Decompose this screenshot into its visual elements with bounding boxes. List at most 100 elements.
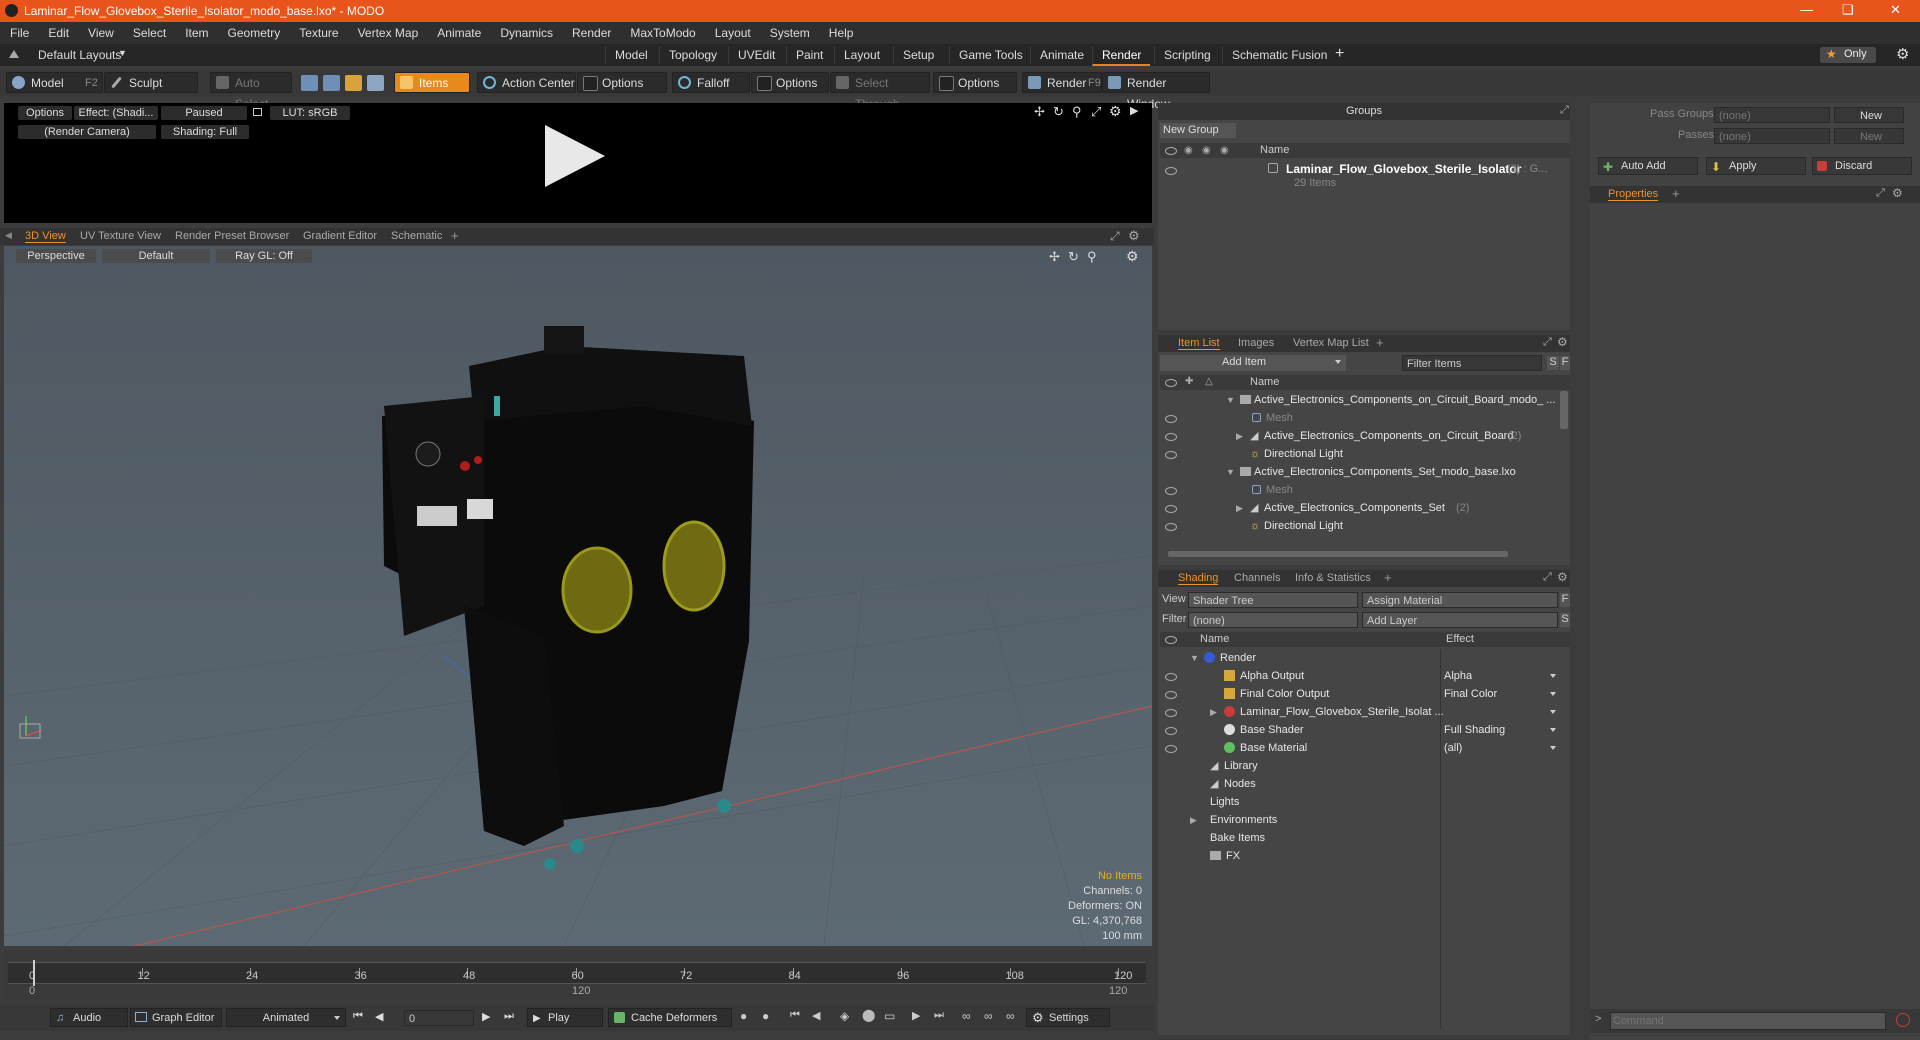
passes-dropdown[interactable]: (none): [1714, 128, 1830, 144]
rotate-icon[interactable]: ↻: [1053, 104, 1064, 120]
shader-row[interactable]: Lights: [1160, 793, 1558, 811]
skip-end-icon[interactable]: ⏭: [504, 1010, 514, 1023]
play-button[interactable]: ▶ Play: [527, 1008, 603, 1027]
auto-select-button[interactable]: Auto Select: [210, 72, 292, 111]
maximize-icon[interactable]: ⤢: [1091, 104, 1101, 120]
assign-material-button[interactable]: Assign Material: [1362, 592, 1558, 608]
3d-viewport[interactable]: Perspective Default Ray GL: Off ✢ ↻ ⚲ ⚙ …: [4, 246, 1152, 946]
shading-style-dropdown[interactable]: Default: [102, 249, 210, 263]
settings-button[interactable]: ⚙ Settings: [1026, 1008, 1110, 1027]
menu-system[interactable]: System: [770, 26, 810, 40]
shader-row[interactable]: FX: [1160, 847, 1558, 865]
new-pass-button[interactable]: New: [1834, 128, 1904, 144]
record-macro-icon[interactable]: [1896, 1013, 1910, 1027]
tab-uvedit[interactable]: UVEdit: [728, 46, 784, 64]
expand-arrow-icon[interactable]: ▶: [1236, 427, 1243, 445]
list-item[interactable]: ☼ Directional Light: [1160, 517, 1558, 535]
shader-row[interactable]: Bake Items: [1160, 829, 1558, 847]
options-button-3[interactable]: Options: [933, 72, 1017, 93]
list-item[interactable]: ▶ ◢ Active_Electronics_Components_Set (2…: [1160, 499, 1558, 517]
layout-menu-icon[interactable]: [9, 50, 19, 58]
add-tab-icon[interactable]: +: [1672, 186, 1680, 201]
gear-icon[interactable]: ⚙: [1892, 186, 1903, 200]
eye-icon[interactable]: [1165, 451, 1177, 459]
tab-scripting[interactable]: Scripting: [1154, 46, 1220, 64]
frame-input[interactable]: 0: [404, 1010, 474, 1026]
add-layer-dropdown[interactable]: Add Layer: [1362, 612, 1558, 628]
tab-render[interactable]: Render: [1092, 46, 1151, 66]
item-list-scrollbar[interactable]: [1560, 391, 1568, 429]
add-tab-icon[interactable]: +: [1376, 335, 1384, 350]
options-button-1[interactable]: Options: [577, 72, 667, 93]
list-item[interactable]: Mesh: [1160, 409, 1558, 427]
link-icon[interactable]: ∞: [962, 1009, 971, 1023]
auto-add-button[interactable]: ✚ Auto Add: [1598, 157, 1698, 175]
timeline[interactable]: 01224364860728496108120 0 120 120: [4, 950, 1152, 1000]
eye-icon[interactable]: [1165, 415, 1177, 423]
options-button-2[interactable]: Options: [751, 72, 829, 93]
tab-shading[interactable]: Shading: [1178, 572, 1219, 585]
action-center-button[interactable]: Action Center: [477, 72, 576, 93]
close-icon[interactable]: ✕: [1890, 2, 1901, 18]
eye-icon[interactable]: [1165, 691, 1177, 699]
filter-toggle[interactable]: F: [1560, 356, 1570, 370]
menu-select[interactable]: Select: [133, 26, 166, 40]
skip-start-icon[interactable]: ⏮: [353, 1010, 363, 1023]
eye-icon[interactable]: [1165, 727, 1177, 735]
new-group-button[interactable]: New Group: [1160, 123, 1236, 138]
command-input[interactable]: [1610, 1012, 1886, 1030]
gear-icon[interactable]: ⚙: [1128, 228, 1140, 244]
shader-tree-dropdown[interactable]: Shader Tree: [1188, 592, 1358, 608]
eye-icon[interactable]: [1165, 487, 1177, 495]
eye-icon[interactable]: [1165, 433, 1177, 441]
tab-render-preset-browser[interactable]: Render Preset Browser: [175, 230, 289, 242]
prev-key2-icon[interactable]: ◀: [812, 1009, 820, 1022]
raygl-dropdown[interactable]: Ray GL: Off: [216, 249, 312, 263]
shader-row[interactable]: ▼ Render: [1160, 649, 1558, 667]
search-toggle[interactable]: S: [1547, 356, 1559, 370]
new-pass-group-button[interactable]: New: [1834, 107, 1904, 123]
lock-icon[interactable]: [253, 108, 262, 116]
maximize-icon[interactable]: ⤢: [1110, 229, 1120, 244]
shader-row[interactable]: Alpha Output Alpha: [1160, 667, 1558, 685]
menu-geometry[interactable]: Geometry: [228, 26, 281, 40]
gear-icon[interactable]: ⚙: [1109, 103, 1122, 120]
menu-vertex-map[interactable]: Vertex Map: [358, 26, 419, 40]
groups-row[interactable]: Laminar_Flow_Glovebox_Sterile_Isolator (…: [1160, 160, 1570, 192]
gear-icon[interactable]: ⚙: [1557, 570, 1568, 584]
pass-groups-dropdown[interactable]: (none): [1714, 107, 1830, 123]
step-back-icon[interactable]: ◀: [375, 1010, 383, 1023]
menu-edit[interactable]: Edit: [48, 26, 69, 40]
list-item[interactable]: ▼ Active_Electronics_Components_Set_modo…: [1160, 463, 1558, 481]
expand-arrow-icon[interactable]: ▶: [1190, 811, 1197, 829]
pan-icon[interactable]: ✢: [1049, 249, 1060, 265]
menu-dynamics[interactable]: Dynamics: [500, 26, 553, 40]
render-window-button[interactable]: Render Window: [1102, 72, 1210, 111]
shader-row[interactable]: ▶ Laminar_Flow_Glovebox_Sterile_Isolat .…: [1160, 703, 1558, 721]
audio-button[interactable]: ♫ Audio: [50, 1008, 128, 1027]
tab-gradient-editor[interactable]: Gradient Editor: [303, 230, 377, 242]
menu-animate[interactable]: Animate: [437, 26, 481, 40]
expand-arrow-icon[interactable]: ▶: [1236, 499, 1243, 517]
link3-icon[interactable]: ∞: [1006, 1009, 1015, 1023]
preview-effect-dropdown[interactable]: Effect: (Shadi...: [74, 106, 158, 120]
tab-layout[interactable]: Layout: [834, 46, 889, 64]
list-item[interactable]: ▼ Active_Electronics_Components_on_Circu…: [1160, 391, 1558, 409]
tab-model[interactable]: Model: [605, 46, 657, 64]
gear-icon[interactable]: ⚙: [1126, 248, 1139, 265]
preview-lut-dropdown[interactable]: LUT: sRGB: [270, 106, 350, 120]
preview-shading-dropdown[interactable]: Shading: Full: [161, 125, 249, 139]
discard-button[interactable]: Discard: [1812, 157, 1912, 175]
list-item[interactable]: ☼ Directional Light: [1160, 445, 1558, 463]
add-item-dropdown[interactable]: Add Item: [1160, 355, 1346, 371]
list-item[interactable]: Mesh: [1160, 481, 1558, 499]
apply-button[interactable]: ⬇ Apply: [1706, 157, 1806, 175]
shader-row[interactable]: ◢ Library: [1160, 757, 1558, 775]
prev-key-icon[interactable]: ⏮: [790, 1009, 800, 1022]
step-forward-icon[interactable]: ▶: [482, 1010, 490, 1023]
gear-icon[interactable]: ⚙: [1896, 45, 1909, 63]
preview-options-button[interactable]: Options: [18, 106, 72, 120]
shader-row[interactable]: Base Material (all): [1160, 739, 1558, 757]
eye-icon[interactable]: [1165, 167, 1177, 175]
zoom-icon[interactable]: ⚲: [1087, 249, 1097, 265]
